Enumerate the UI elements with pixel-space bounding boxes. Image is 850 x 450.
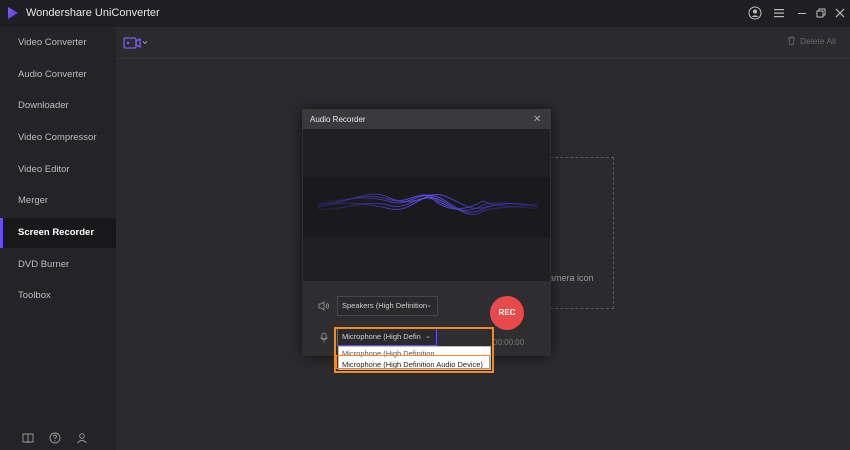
microphone-icon <box>320 332 328 343</box>
help-icon[interactable] <box>49 432 61 444</box>
waveform-display <box>303 129 550 281</box>
sidebar-item-downloader[interactable]: Downloader <box>0 91 116 121</box>
speaker-select[interactable]: Speakers (High Definition ⌄ <box>337 296 438 316</box>
chevron-down-icon: ⌄ <box>426 302 432 309</box>
minimize-icon[interactable] <box>795 6 809 20</box>
sidebar-item-toolbox[interactable]: Toolbox <box>0 281 116 311</box>
title-bar: Wondershare UniConverter <box>0 0 850 27</box>
book-icon[interactable] <box>22 432 34 444</box>
sidebar-item-video-compressor[interactable]: Video Compressor <box>0 123 116 153</box>
sidebar-item-video-editor[interactable]: Video Editor <box>0 155 116 185</box>
speaker-select-value: Speakers (High Definition <box>342 301 428 310</box>
delete-all-button[interactable]: Delete All <box>787 36 836 46</box>
toolbar-divider <box>116 58 850 59</box>
menu-icon[interactable] <box>772 6 786 20</box>
delete-all-label: Delete All <box>800 36 836 46</box>
speaker-icon <box>318 301 329 311</box>
sidebar-item-dvd-burner[interactable]: DVD Burner <box>0 250 116 280</box>
record-timer: 00:00:00 <box>493 338 525 347</box>
app-title: Wondershare UniConverter <box>26 7 160 19</box>
sidebar-item-audio-converter[interactable]: Audio Converter <box>0 60 116 90</box>
app-logo-icon <box>8 7 18 19</box>
restore-icon[interactable] <box>814 6 828 20</box>
video-camera-icon[interactable] <box>123 36 149 50</box>
close-icon[interactable] <box>833 6 847 20</box>
rec-button[interactable]: REC <box>490 296 524 330</box>
trash-icon <box>788 36 795 45</box>
sidebar-item-video-converter[interactable]: Video Converter <box>0 28 116 58</box>
drop-zone[interactable] <box>540 157 614 309</box>
highlight-option-box <box>336 355 490 369</box>
waveform-graphic <box>303 177 550 237</box>
account-icon[interactable] <box>76 432 88 444</box>
sidebar-item-merger[interactable]: Merger <box>0 186 116 216</box>
sidebar-item-screen-recorder[interactable]: Screen Recorder <box>0 218 116 248</box>
dialog-title: Audio Recorder <box>310 115 366 124</box>
user-icon[interactable] <box>748 6 762 20</box>
dialog-header: Audio Recorder ✕ <box>302 109 551 129</box>
dialog-close-icon[interactable]: ✕ <box>533 114 541 125</box>
